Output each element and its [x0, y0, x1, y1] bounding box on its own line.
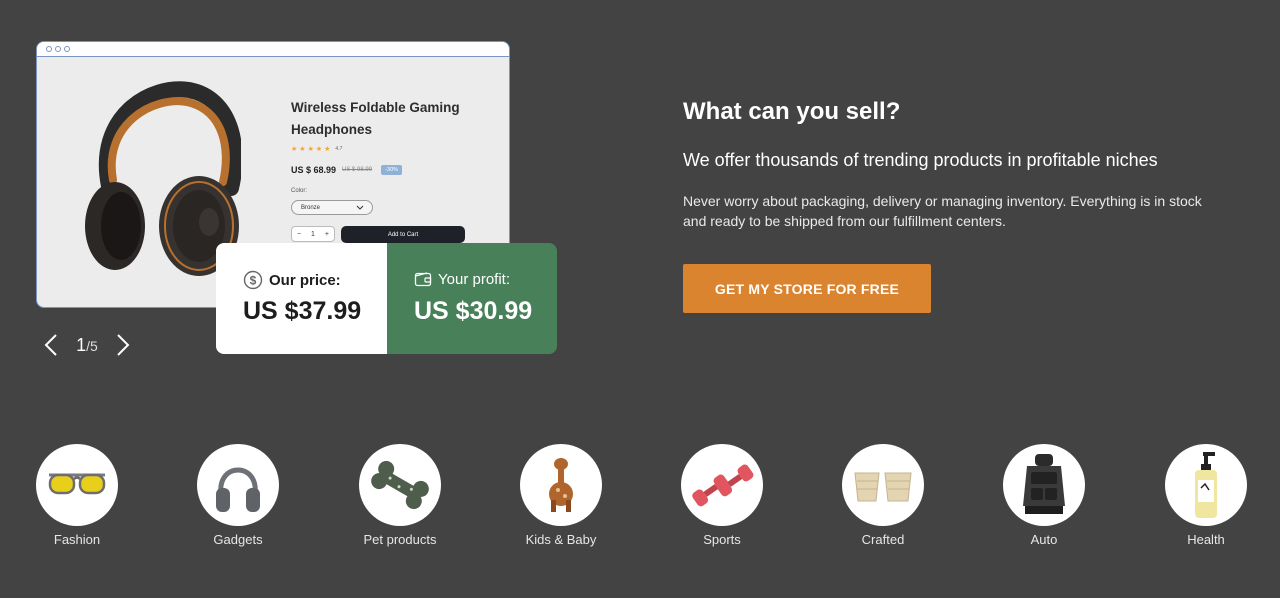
our-price-card: $ Our price: US $37.99 [216, 243, 387, 354]
category-circle [681, 444, 763, 526]
old-price: US $ 98.99 [342, 167, 373, 173]
qty-plus-button[interactable]: + [325, 231, 329, 238]
category-crafted[interactable]: Crafted [823, 444, 943, 547]
slide-pager: 1/5 [40, 330, 134, 360]
category-circle [520, 444, 602, 526]
product-title: Wireless Foldable Gaming Headphones [291, 100, 460, 137]
color-select-value: Bronze [301, 204, 321, 211]
category-label: Gadgets [213, 532, 263, 547]
dog-bone-toy-icon [371, 460, 429, 510]
your-profit-card: Your profit: US $30.99 [387, 243, 557, 354]
category-label: Fashion [53, 532, 101, 547]
window-dot-icon [46, 46, 52, 52]
category-circle [1165, 444, 1247, 526]
your-profit-value: US $30.99 [414, 297, 533, 325]
category-gadgets[interactable]: Gadgets [178, 444, 298, 547]
car-seat-organizer-icon [1023, 454, 1065, 514]
category-sports[interactable]: Sports [662, 444, 782, 547]
slide-current: 1 [76, 334, 87, 355]
our-price-label: Our price: [269, 271, 341, 289]
star-icon: ★ [307, 146, 314, 153]
category-circle [1003, 444, 1085, 526]
our-price-value: US $37.99 [243, 297, 362, 325]
chevron-left-icon [44, 334, 57, 356]
star-icon: ★ [299, 146, 306, 153]
category-circle [359, 444, 441, 526]
chevron-down-icon [356, 205, 364, 210]
rating-value: 4.7 [335, 146, 343, 152]
discount-badge: -30% [381, 165, 402, 175]
qty-minus-button[interactable]: − [297, 231, 301, 238]
browser-titlebar [37, 42, 509, 57]
sunglasses-icon [48, 473, 106, 495]
next-slide-button[interactable] [112, 330, 134, 360]
prev-slide-button[interactable] [40, 330, 62, 360]
category-pet-products[interactable]: Pet products [340, 444, 460, 547]
window-dot-icon [64, 46, 70, 52]
your-profit-header: Your profit: [414, 270, 510, 288]
window-dot-icon [55, 46, 61, 52]
woven-baskets-icon [854, 472, 912, 502]
category-circle [36, 444, 118, 526]
quantity-stepper[interactable]: − 1 + [291, 226, 335, 242]
star-icon: ★ [291, 146, 298, 153]
rating-stars: ★ ★ ★ ★ ★ 4.7 [291, 145, 342, 153]
category-label: Auto [1030, 532, 1058, 547]
category-circle [197, 444, 279, 526]
category-label: Sports [703, 532, 741, 547]
star-icon: ★ [315, 146, 323, 153]
category-label: Crafted [861, 532, 905, 547]
category-circle [842, 444, 924, 526]
star-icon: ★ [324, 146, 331, 153]
qty-value: 1 [311, 230, 315, 238]
current-price: US $ 68.99 [291, 165, 337, 175]
headphones-icon [216, 467, 260, 512]
price-row: US $ 68.99 US $ 98.99 -30% [291, 165, 402, 175]
svg-text:$: $ [250, 274, 257, 288]
category-auto[interactable]: Auto [984, 444, 1104, 547]
category-kids-baby[interactable]: Kids & Baby [501, 444, 621, 547]
section-heading: What can you sell? [683, 98, 901, 125]
section-subheading: We offer thousands of trending products … [683, 150, 1158, 170]
category-list: Fashion Gadgets Pet products Kids & Baby… [0, 444, 1280, 564]
category-label: Health [1187, 532, 1225, 547]
get-store-button[interactable]: GET MY STORE FOR FREE [683, 264, 931, 313]
your-profit-label: Your profit: [438, 270, 510, 288]
slide-total: /5 [86, 337, 98, 354]
category-label: Pet products [363, 532, 437, 547]
color-label: Color: [291, 188, 308, 194]
color-select[interactable]: Bronze [291, 200, 373, 215]
wallet-icon [414, 272, 432, 287]
slide-counter: 1/5 [62, 335, 112, 356]
pump-bottle-icon [1195, 452, 1217, 518]
add-to-cart-button[interactable]: Add to Cart [341, 226, 465, 243]
category-fashion[interactable]: Fashion [17, 444, 137, 547]
dollar-coin-icon: $ [243, 270, 263, 290]
chevron-right-icon [117, 334, 130, 356]
giraffe-toy-icon [549, 458, 573, 512]
section-description: Never worry about packaging, delivery or… [683, 193, 1202, 229]
category-health[interactable]: Health [1146, 444, 1266, 547]
our-price-header: $ Our price: [243, 270, 341, 290]
category-label: Kids & Baby [525, 532, 597, 547]
dumbbells-icon [692, 464, 754, 507]
